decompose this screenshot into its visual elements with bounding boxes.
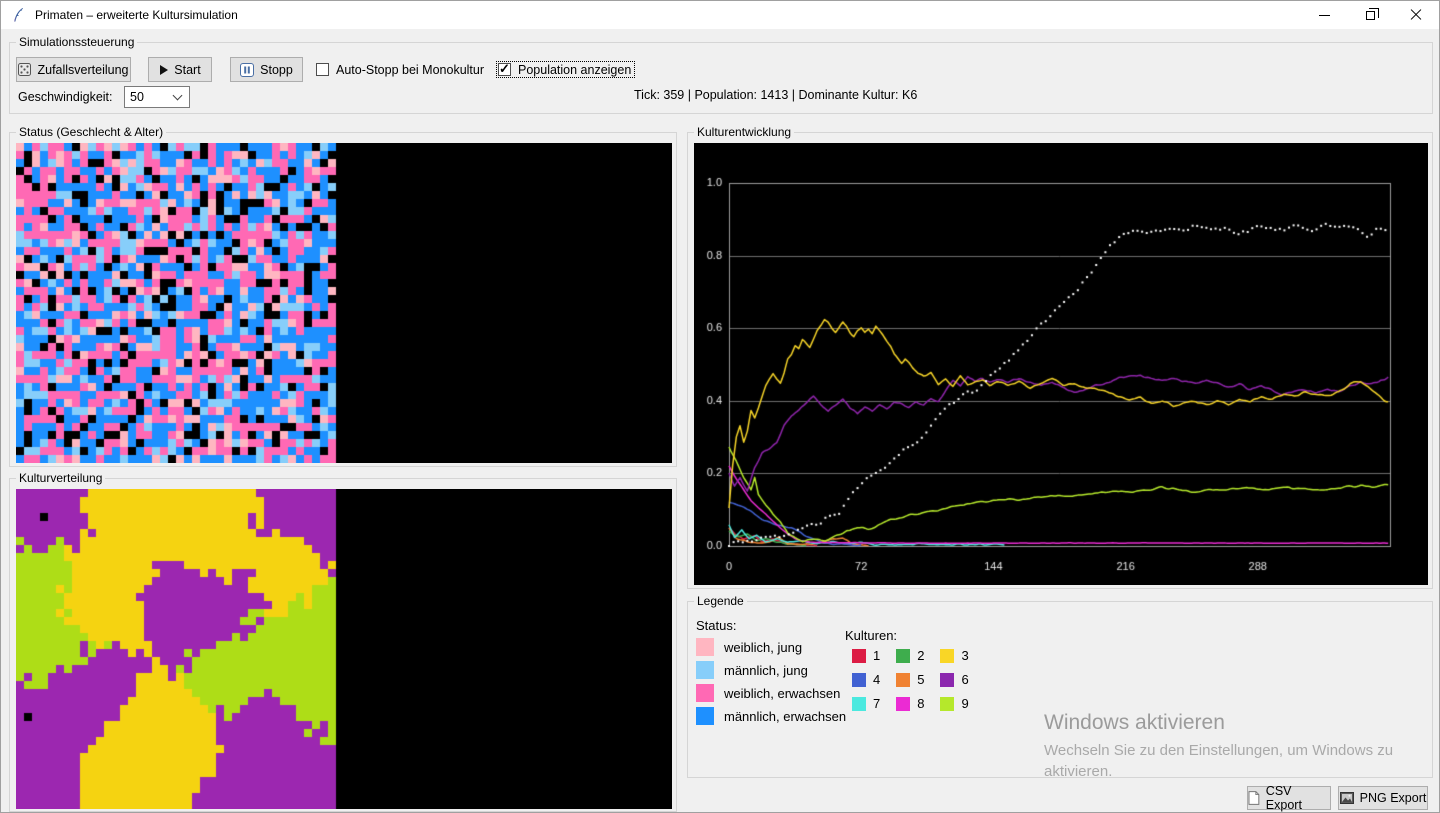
- start-button[interactable]: Start: [148, 57, 212, 82]
- legend-status-header: Status:: [696, 618, 736, 633]
- color-swatch: [940, 649, 954, 663]
- button-label: Stopp: [260, 63, 293, 77]
- color-swatch: [896, 673, 910, 687]
- color-swatch: [696, 707, 714, 725]
- legend-status-item: weiblich, erwachsen: [696, 684, 846, 702]
- dice-icon: [18, 63, 31, 76]
- legend-status-label: weiblich, jung: [724, 640, 802, 655]
- legend-culture-label: 9: [961, 696, 968, 711]
- color-swatch: [940, 673, 954, 687]
- close-icon: [1410, 9, 1422, 21]
- legend-culture-item: 1: [852, 648, 880, 663]
- checkbox-label: Auto-Stopp bei Monokultur: [336, 63, 484, 77]
- legend-status-label: weiblich, erwachsen: [724, 686, 840, 701]
- color-swatch: [852, 697, 866, 711]
- color-swatch: [696, 684, 714, 702]
- random-distribution-button[interactable]: Zufallsverteilung: [16, 57, 131, 82]
- show-population-checkbox[interactable]: Population anzeigen: [496, 61, 635, 78]
- close-button[interactable]: [1393, 1, 1439, 29]
- button-label: PNG Export: [1360, 791, 1427, 805]
- auto-stop-checkbox[interactable]: Auto-Stopp bei Monokultur: [316, 61, 484, 78]
- button-label: CSV Export: [1266, 784, 1330, 812]
- color-swatch: [896, 649, 910, 663]
- restore-icon: [1366, 11, 1375, 20]
- simulation-controls-panel: Simulationssteuerung Zufallsverteilung S…: [9, 42, 1433, 114]
- legend-cultures-grid: 1 2 3 4 5 6 7 8 9: [852, 648, 969, 711]
- checkbox-box: [498, 63, 511, 76]
- button-label: Zufallsverteilung: [37, 63, 128, 77]
- legend-status-label: männlich, jung: [724, 663, 808, 678]
- legend-culture-label: 8: [917, 696, 924, 711]
- simulation-status-text: Tick: 359 | Population: 1413 | Dominante…: [634, 88, 917, 102]
- legend-culture-item: 9: [940, 696, 968, 711]
- legend-culture-label: 6: [961, 672, 968, 687]
- legend-status-item: männlich, jung: [696, 661, 846, 679]
- legend-culture-label: 7: [873, 696, 880, 711]
- legend-culture-label: 2: [917, 648, 924, 663]
- stop-button[interactable]: Stopp: [230, 57, 303, 82]
- minimize-button[interactable]: [1301, 1, 1347, 29]
- document-icon: [1248, 791, 1260, 805]
- panel-title: Status (Geschlecht & Alter): [16, 125, 166, 139]
- button-label: Start: [174, 63, 200, 77]
- color-swatch: [940, 697, 954, 711]
- color-swatch: [852, 673, 866, 687]
- pause-icon: [240, 63, 254, 77]
- legend-culture-label: 3: [961, 648, 968, 663]
- panel-title: Simulationssteuerung: [16, 35, 137, 49]
- legend-culture-item: 7: [852, 696, 880, 711]
- legend-status-item: weiblich, jung: [696, 638, 846, 656]
- legend-culture-label: 4: [873, 672, 880, 687]
- legend-culture-label: 5: [917, 672, 924, 687]
- culture-evolution-chart-canvas: [694, 143, 1428, 585]
- chevron-down-icon: [173, 91, 183, 101]
- legend-culture-item: 4: [852, 672, 880, 687]
- legend-culture-item: 8: [896, 696, 924, 711]
- restore-button[interactable]: [1347, 1, 1393, 29]
- legend-cultures-header: Kulturen:: [845, 628, 897, 643]
- speed-combobox[interactable]: 50: [124, 86, 190, 108]
- color-swatch: [852, 649, 866, 663]
- legend-culture-item: 3: [940, 648, 968, 663]
- color-swatch: [696, 661, 714, 679]
- minimize-icon: [1319, 15, 1330, 16]
- window-title: Primaten – erweiterte Kultursimulation: [35, 8, 238, 22]
- play-icon: [159, 65, 168, 75]
- image-icon: [1340, 792, 1354, 804]
- checkbox-label: Population anzeigen: [518, 63, 631, 77]
- legend-panel: Legende Status: weiblich, jungmännlich, …: [687, 601, 1433, 778]
- csv-export-button[interactable]: CSV Export: [1247, 786, 1331, 810]
- panel-title: Kulturentwicklung: [694, 125, 794, 139]
- png-export-button[interactable]: PNG Export: [1338, 786, 1428, 810]
- color-swatch: [896, 697, 910, 711]
- legend-culture-label: 1: [873, 648, 880, 663]
- checkbox-box: [316, 63, 329, 76]
- legend-culture-item: 5: [896, 672, 924, 687]
- color-swatch: [696, 638, 714, 656]
- legend-culture-item: 2: [896, 648, 924, 663]
- culture-evolution-chart-panel: Kulturentwicklung: [687, 132, 1433, 589]
- status-grid-panel: Status (Geschlecht & Alter): [9, 132, 677, 467]
- legend-culture-item: 6: [940, 672, 968, 687]
- app-window: Primaten – erweiterte Kultursimulation S…: [0, 0, 1440, 813]
- status-grid-canvas: [16, 143, 672, 463]
- panel-title: Legende: [694, 594, 747, 608]
- feather-app-icon: [11, 7, 27, 23]
- legend-status-label: männlich, erwachsen: [724, 709, 846, 724]
- culture-grid-panel: Kulturverteilung: [9, 478, 677, 812]
- culture-grid-canvas: [16, 489, 672, 809]
- titlebar: Primaten – erweiterte Kultursimulation: [1, 1, 1439, 29]
- legend-status-list: weiblich, jung männlich, jung weiblich, er…: [696, 638, 846, 730]
- speed-label: Geschwindigkeit:: [18, 90, 113, 104]
- panel-title: Kulturverteilung: [16, 471, 105, 485]
- legend-status-item: männlich, erwachsen: [696, 707, 846, 725]
- speed-value: 50: [125, 90, 174, 104]
